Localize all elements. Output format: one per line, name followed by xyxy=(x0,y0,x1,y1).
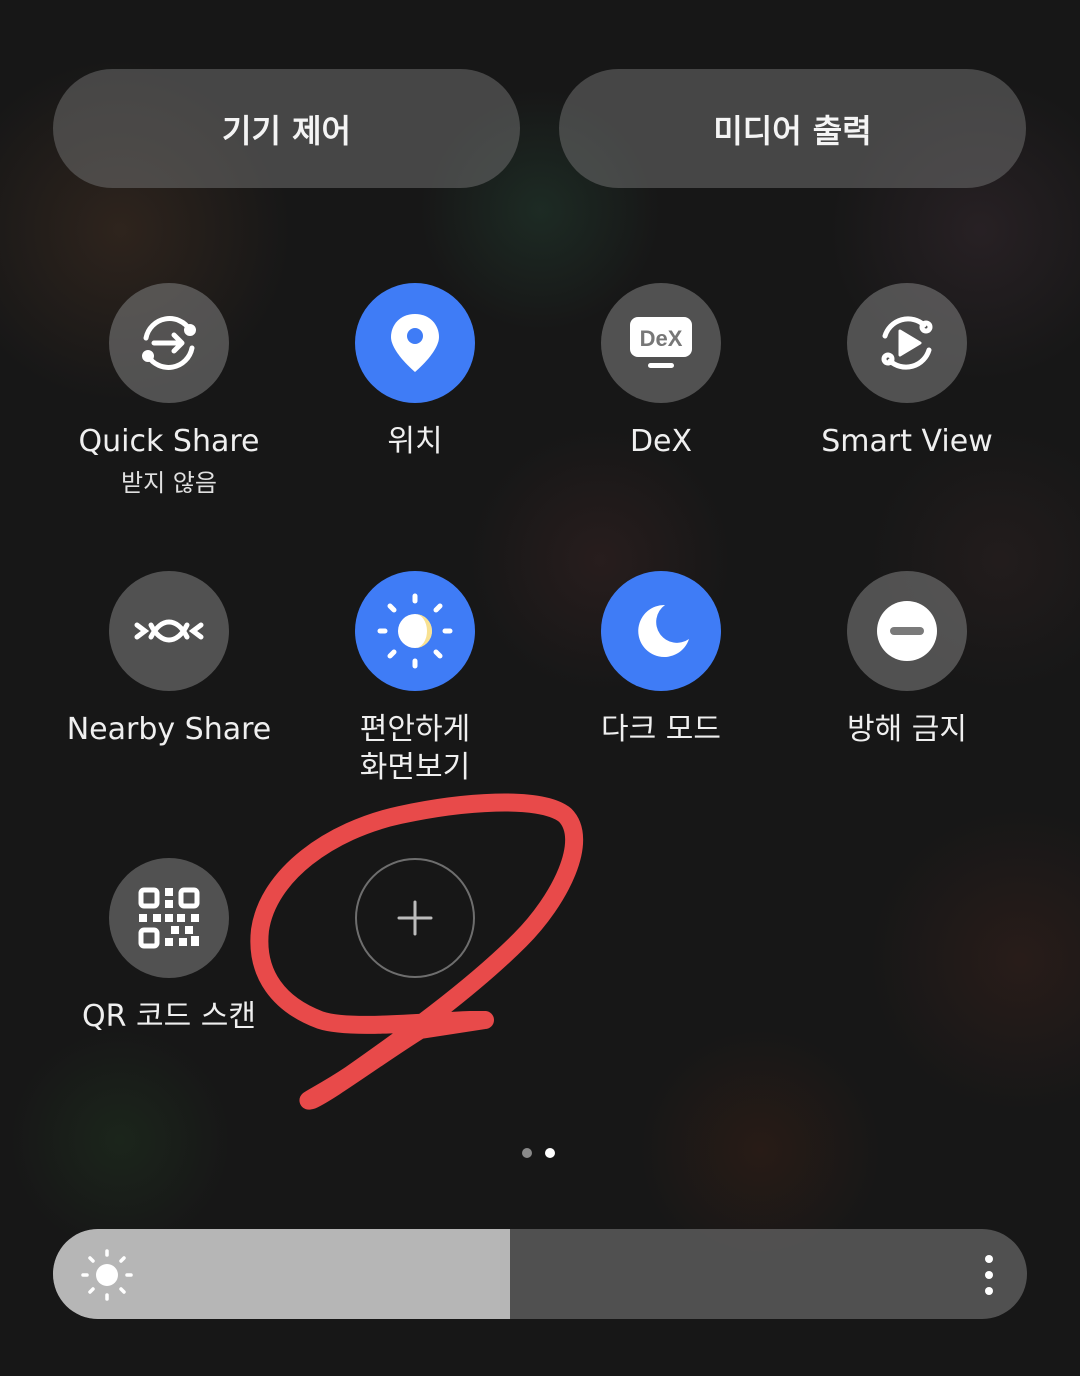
tile-location[interactable]: 위치 xyxy=(292,283,538,461)
more-vertical-icon[interactable] xyxy=(979,1253,999,1297)
tile-eye-comfort[interactable]: 편안하게 화면보기 xyxy=(292,571,538,787)
plus-icon[interactable] xyxy=(355,858,475,978)
tile-sublabel: 받지 않음 xyxy=(121,469,217,497)
tile-label: QR 코드 스캔 xyxy=(82,999,256,1034)
tile-label-line1: 편안하게 xyxy=(359,712,471,747)
tile-label: 위치 xyxy=(387,424,443,459)
tile-label: Quick Share xyxy=(78,424,260,459)
tile-do-not-disturb[interactable]: 방해 금지 xyxy=(784,571,1030,749)
tile-label: 방해 금지 xyxy=(847,712,967,747)
tile-dark-mode[interactable]: 다크 모드 xyxy=(538,571,784,749)
qr-code-icon[interactable] xyxy=(109,858,229,978)
dex-icon-text: DeX xyxy=(640,326,683,351)
tile-label: Smart View xyxy=(821,424,993,459)
tile-label: DeX xyxy=(629,424,693,459)
tile-quick-share[interactable]: Quick Share 받지 않음 xyxy=(46,283,292,498)
nearby-share-icon[interactable] xyxy=(109,571,229,691)
media-output-button[interactable]: 미디어 출력 xyxy=(559,69,1026,188)
quick-share-icon[interactable] xyxy=(109,283,229,403)
tile-nearby-share[interactable]: Nearby Share xyxy=(46,571,292,749)
page-indicator xyxy=(522,1148,555,1158)
eye-comfort-icon[interactable] xyxy=(355,571,475,691)
tile-label-line2: 화면보기 xyxy=(359,750,471,785)
location-pin-icon[interactable] xyxy=(355,283,475,403)
do-not-disturb-icon[interactable] xyxy=(847,571,967,691)
dex-icon[interactable]: DeX xyxy=(601,283,721,403)
media-output-label: 미디어 출력 xyxy=(713,111,872,150)
tile-dex[interactable]: DeX DeX xyxy=(538,283,784,461)
sun-icon xyxy=(81,1249,133,1301)
tile-label: 편안하게 화면보기 xyxy=(360,711,470,787)
tile-qr-scan[interactable]: QR 코드 스캔 xyxy=(46,858,292,1036)
device-control-label: 기기 제어 xyxy=(222,111,351,150)
tile-label: 다크 모드 xyxy=(601,712,721,747)
tile-label: Nearby Share xyxy=(66,712,272,747)
add-tile-button[interactable] xyxy=(292,858,538,978)
moon-icon[interactable] xyxy=(601,571,721,691)
smart-view-icon[interactable] xyxy=(847,283,967,403)
page-dot[interactable] xyxy=(545,1148,555,1158)
brightness-slider[interactable] xyxy=(53,1229,1027,1319)
device-control-button[interactable]: 기기 제어 xyxy=(53,69,520,188)
page-dot[interactable] xyxy=(522,1148,532,1158)
tile-smart-view[interactable]: Smart View xyxy=(784,283,1030,461)
